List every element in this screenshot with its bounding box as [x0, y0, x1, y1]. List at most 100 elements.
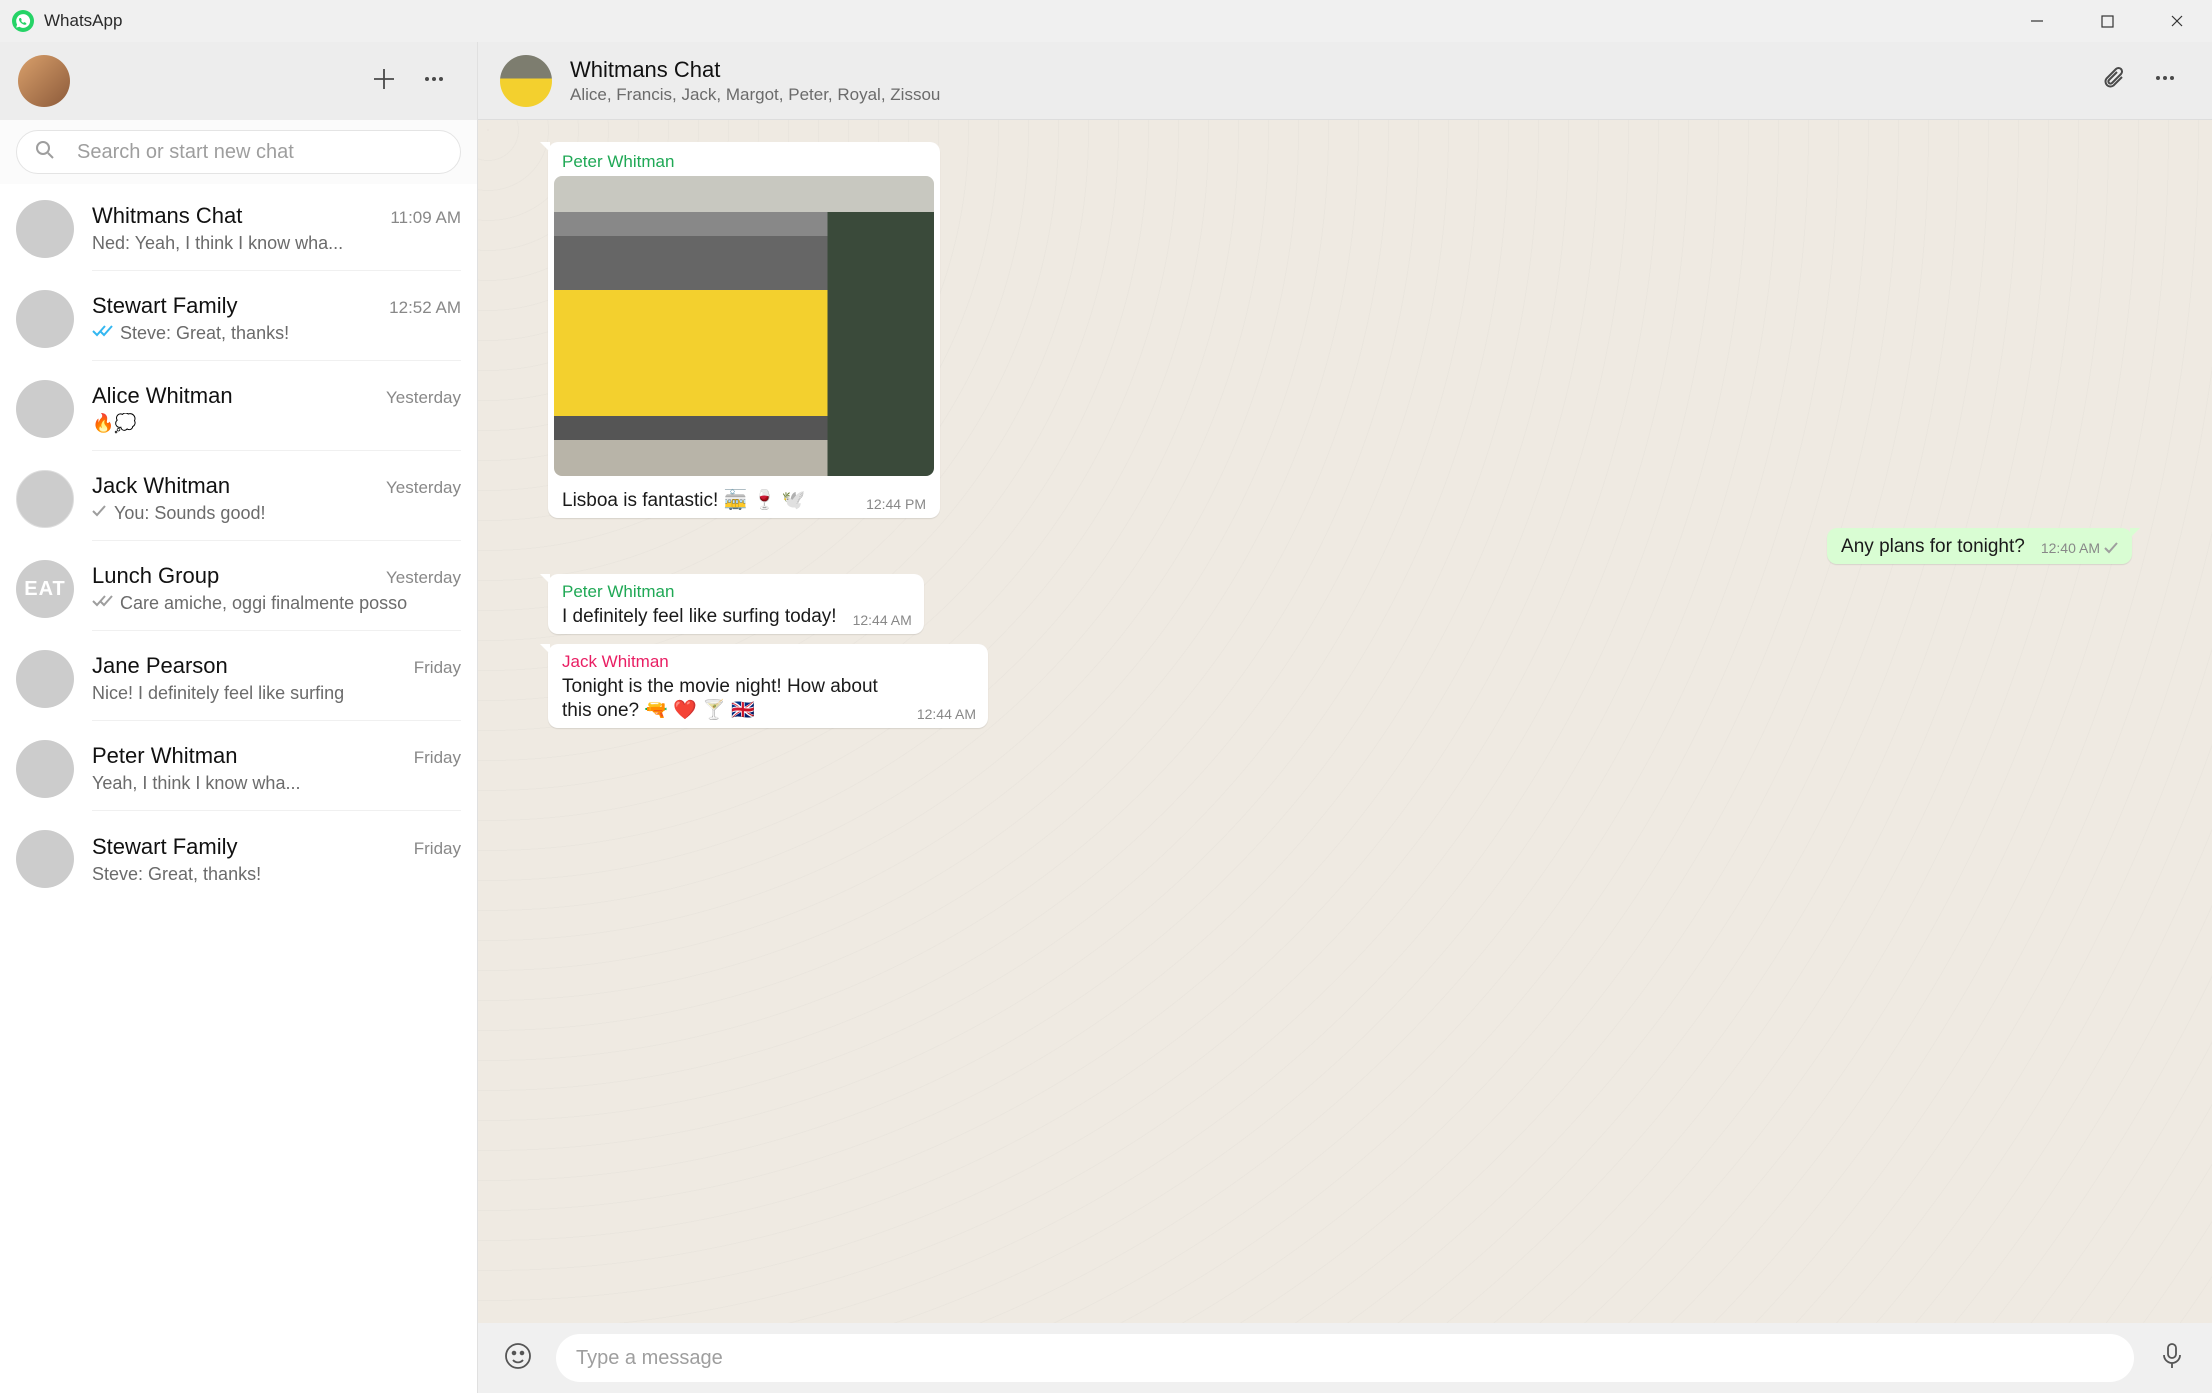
message-bubble-outgoing[interactable]: Any plans for tonight? 12:40 AM [1827, 528, 2132, 564]
chat-title: Whitmans Chat [570, 57, 2090, 83]
chat-body[interactable]: Peter Whitman Lisboa is fantastic! 🚋 🍷 🕊️… [478, 120, 2212, 1323]
chat-list-item[interactable]: Stewart Family 12:52 AM Steve: Great, than… [0, 274, 477, 364]
message-row: Peter Whitman I definitely feel like surf… [548, 574, 2132, 634]
chat-item-time: Yesterday [386, 568, 461, 588]
message-sender: Jack Whitman [562, 652, 976, 672]
chat-item-name: Alice Whitman [92, 383, 233, 409]
chat-avatar[interactable] [500, 55, 552, 107]
chat-item-preview: Steve: Great, thanks! [92, 864, 461, 885]
search-icon [35, 140, 55, 165]
chat-item-time: Yesterday [386, 388, 461, 408]
message-text: Any plans for tonight? [1841, 536, 2025, 558]
chat-item-avatar [16, 830, 74, 888]
message-sender: Peter Whitman [554, 148, 934, 172]
chat-list-item[interactable]: Peter Whitman Friday Yeah, I think I know … [0, 724, 477, 814]
chat-item-time: Friday [414, 839, 461, 859]
chat-list-item[interactable]: Lunch GroupYesterdayCare amiche, oggi fi… [0, 544, 477, 634]
more-horizontal-icon [422, 67, 446, 96]
microphone-icon [2159, 1341, 2185, 1376]
chat-item-name: Jane Pearson [92, 653, 228, 679]
read-status-icon [92, 324, 114, 343]
message-time: 12:44 AM [853, 612, 912, 628]
window-controls [2002, 0, 2212, 42]
chat-item-preview: You: Sounds good! [114, 503, 461, 524]
chat-header: Whitmans Chat Alice, Francis, Jack, Marg… [478, 42, 2212, 120]
chat-item-avatar [16, 560, 74, 618]
chat-item-avatar [16, 380, 74, 438]
chat-item-preview: Care amiche, oggi finalmente posso [120, 593, 461, 614]
chat-item-avatar [16, 740, 74, 798]
window-close-button[interactable] [2142, 0, 2212, 42]
voice-button[interactable] [2152, 1338, 2192, 1378]
whatsapp-logo-icon [12, 10, 34, 32]
my-avatar[interactable] [18, 55, 70, 107]
window-minimize-button[interactable] [2002, 0, 2072, 42]
plus-icon [371, 66, 397, 97]
chat-item-name: Stewart Family [92, 293, 237, 319]
chat-list-item[interactable]: Whitmans Chat 11:09 AM Ned: Yeah, I think … [0, 184, 477, 274]
message-bubble-incoming[interactable]: Peter Whitman I definitely feel like surf… [548, 574, 924, 634]
chat-item-time: 12:52 AM [389, 298, 461, 318]
message-bubble-incoming[interactable]: Jack Whitman Tonight is the movie night! … [548, 644, 988, 728]
emoji-button[interactable] [498, 1338, 538, 1378]
smile-icon [503, 1341, 533, 1376]
chat-list-item[interactable]: Stewart Family Friday Steve: Great, thanks… [0, 814, 477, 904]
chat-item-time: 11:09 AM [390, 208, 461, 228]
read-status-icon [92, 594, 114, 613]
message-input-wrap[interactable] [556, 1334, 2134, 1382]
chat-item-avatar [16, 470, 74, 528]
message-row: Jack Whitman Tonight is the movie night! … [548, 644, 2132, 728]
chat-list-item[interactable]: Jack Whitman Yesterday You: Sounds good! [0, 454, 477, 544]
message-sender: Peter Whitman [562, 582, 912, 602]
chat-item-avatar [16, 650, 74, 708]
chat-item-preview: Steve: Great, thanks! [120, 323, 461, 344]
message-text: Lisboa is fantastic! 🚋 🍷 🕊️ [562, 488, 854, 512]
search-row [0, 120, 477, 184]
message-image[interactable] [554, 176, 934, 476]
chat-menu-button[interactable] [2140, 56, 2190, 106]
chat-item-time: Yesterday [386, 478, 461, 498]
message-row: Peter Whitman Lisboa is fantastic! 🚋 🍷 🕊️… [548, 142, 2132, 518]
chat-item-preview: Ned: Yeah, I think I know wha... [92, 233, 461, 254]
message-row: Any plans for tonight? 12:40 AM [548, 528, 2132, 564]
window-titlebar: WhatsApp [0, 0, 2212, 42]
message-text: I definitely feel like surfing today! [562, 606, 837, 628]
app-name: WhatsApp [44, 11, 122, 31]
chat-item-name: Jack Whitman [92, 473, 230, 499]
search-box[interactable] [16, 130, 461, 174]
chat-item-avatar [16, 200, 74, 258]
message-bubble-incoming[interactable]: Peter Whitman Lisboa is fantastic! 🚋 🍷 🕊️… [548, 142, 940, 518]
composer [478, 1323, 2212, 1393]
message-status-icon [2104, 542, 2120, 558]
sidebar: Whitmans Chat 11:09 AM Ned: Yeah, I think … [0, 42, 478, 1393]
attach-button[interactable] [2090, 56, 2140, 106]
message-input[interactable] [576, 1347, 2114, 1370]
chat-item-name: Whitmans Chat [92, 203, 242, 229]
message-time: 12:40 AM [2041, 540, 2120, 558]
more-horizontal-icon [2153, 66, 2177, 95]
window-maximize-button[interactable] [2072, 0, 2142, 42]
paperclip-icon [2102, 65, 2128, 96]
conversation-pane: Whitmans Chat Alice, Francis, Jack, Marg… [478, 42, 2212, 1393]
message-text: Tonight is the movie night! How about th… [562, 676, 901, 722]
chat-item-preview: Nice! I definitely feel like surfing [92, 683, 461, 704]
chat-item-time: Friday [414, 658, 461, 678]
new-chat-button[interactable] [359, 56, 409, 106]
chat-header-titles[interactable]: Whitmans Chat Alice, Francis, Jack, Marg… [570, 57, 2090, 105]
chat-item-time: Friday [414, 748, 461, 768]
message-time: 12:44 AM [917, 706, 976, 722]
chat-item-preview: 🔥💭 [92, 413, 461, 434]
chat-list-item[interactable]: Alice Whitman Yesterday 🔥💭 [0, 364, 477, 454]
search-input[interactable] [77, 141, 442, 164]
chat-item-name: Stewart Family [92, 834, 237, 860]
chat-list[interactable]: Whitmans Chat 11:09 AM Ned: Yeah, I think … [0, 184, 477, 1393]
chat-subtitle: Alice, Francis, Jack, Margot, Peter, Roy… [570, 85, 2090, 105]
chat-list-item[interactable]: Jane Pearson Friday Nice! I definitely fee… [0, 634, 477, 724]
sidebar-header [0, 42, 477, 120]
read-status-icon [92, 504, 108, 523]
chat-item-preview: Yeah, I think I know wha... [92, 773, 461, 794]
chat-item-name: Peter Whitman [92, 743, 238, 769]
chat-item-avatar [16, 290, 74, 348]
sidebar-menu-button[interactable] [409, 56, 459, 106]
message-time: 12:44 PM [866, 496, 926, 512]
